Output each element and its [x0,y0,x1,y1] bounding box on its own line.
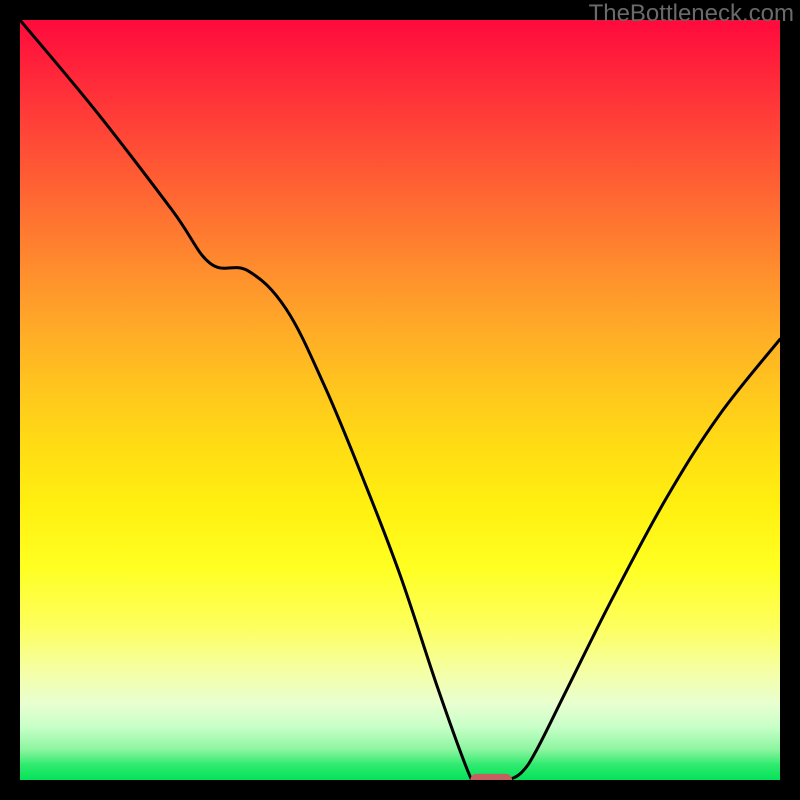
curve-layer [20,20,780,780]
optimal-marker [470,774,512,780]
chart-frame: TheBottleneck.com [0,0,800,800]
plot-area [20,20,780,780]
watermark: TheBottleneck.com [589,0,794,28]
bottleneck-curve [20,20,780,780]
